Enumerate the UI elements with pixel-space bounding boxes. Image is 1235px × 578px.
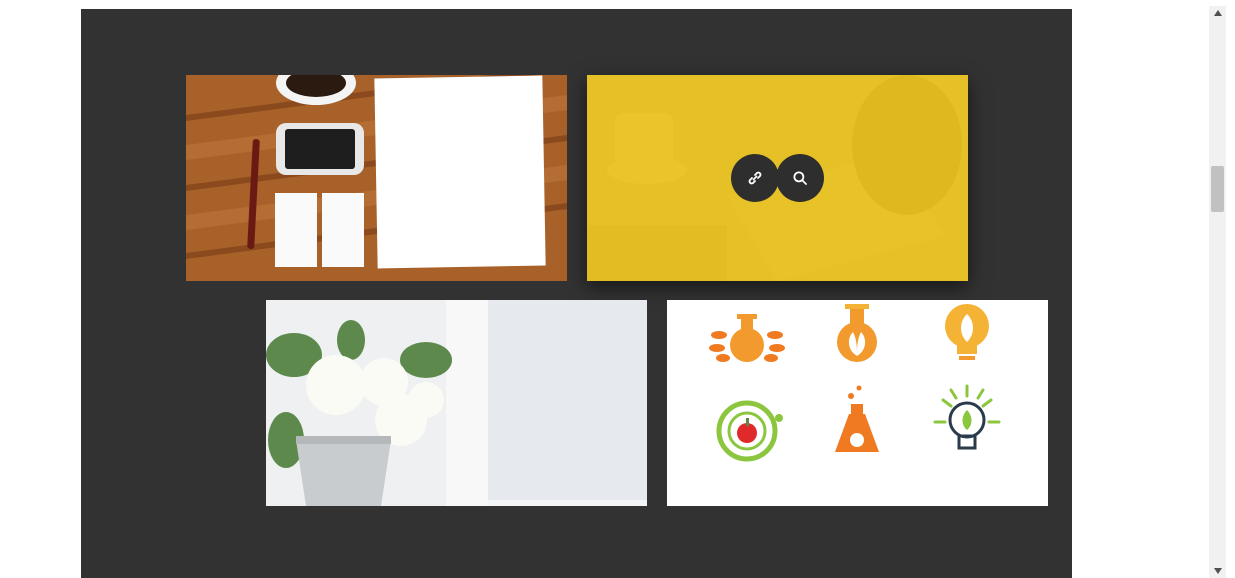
- scrollbar-thumb[interactable]: [1211, 166, 1224, 212]
- roses-image: [266, 300, 647, 506]
- page: [0, 0, 1235, 578]
- link-icon: [748, 171, 762, 185]
- zoom-button[interactable]: [776, 154, 824, 202]
- portfolio-item-stationery[interactable]: [186, 75, 567, 281]
- scroll-up-arrow[interactable]: [1209, 6, 1226, 20]
- portfolio-item-logos[interactable]: [667, 300, 1048, 506]
- portfolio-item-roses[interactable]: [266, 300, 647, 506]
- triangle-up-icon: [1213, 10, 1222, 16]
- search-icon: [793, 171, 807, 185]
- logos-image: [667, 300, 1048, 506]
- stationery-image: [186, 75, 567, 281]
- link-button[interactable]: [731, 154, 779, 202]
- triangle-down-icon: [1213, 568, 1222, 574]
- vertical-scrollbar[interactable]: [1209, 6, 1226, 578]
- scroll-down-arrow[interactable]: [1209, 564, 1226, 578]
